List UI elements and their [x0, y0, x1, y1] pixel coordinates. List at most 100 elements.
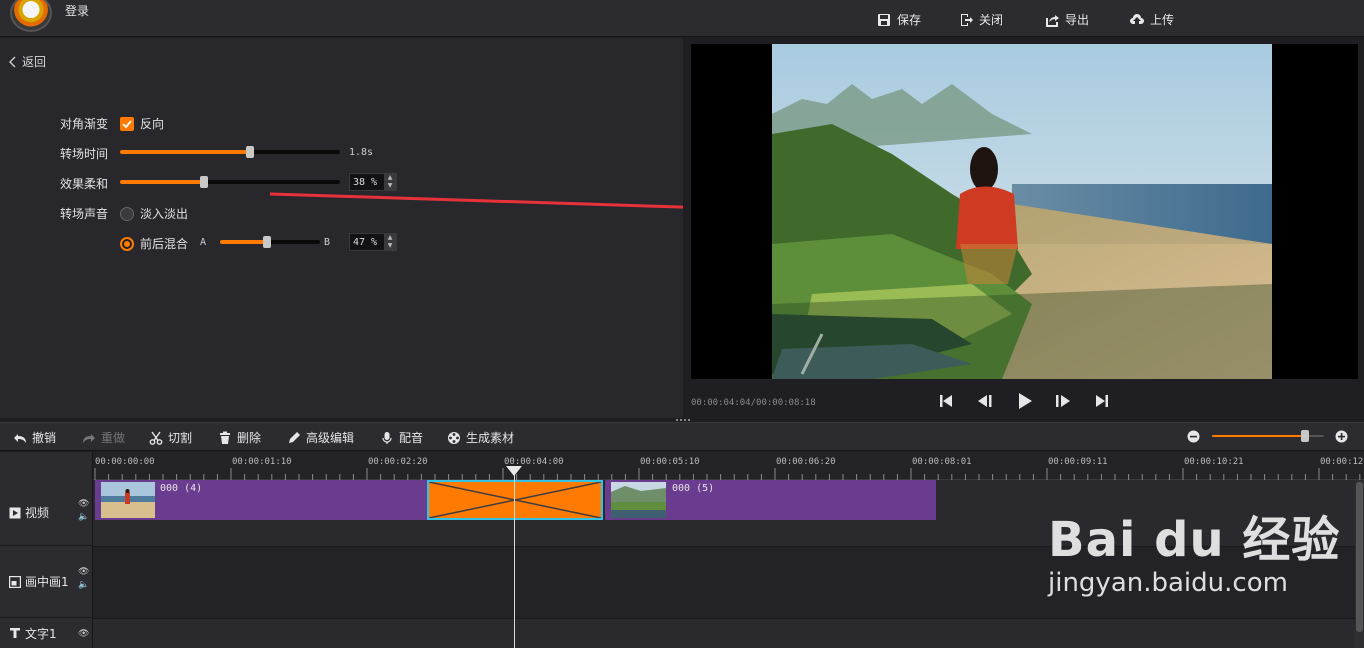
save-label: 保存: [897, 13, 922, 27]
ruler-label: 00:00:05:10: [640, 457, 700, 467]
upload-label: 上传: [1150, 13, 1175, 27]
mix-slider-thumb[interactable]: [263, 236, 271, 248]
track-pip[interactable]: 画中画1 👁 🔈: [0, 546, 93, 618]
undo-label: 撤销: [32, 431, 57, 445]
generate-material-button[interactable]: 生成素材: [447, 429, 514, 446]
export-button[interactable]: 导出: [1045, 11, 1089, 28]
dubbing-button[interactable]: 配音: [380, 429, 423, 446]
ruler-label: 00:00:00:00: [95, 457, 155, 467]
close-button[interactable]: 关闭: [959, 11, 1003, 28]
ruler-label: 00:00:08:01: [912, 457, 972, 467]
text-icon: [10, 628, 20, 638]
track-text[interactable]: 文字1 👁: [0, 618, 93, 648]
checkbox-checked-icon: [120, 116, 134, 131]
skip-start-button[interactable]: [935, 390, 957, 412]
softness-label: 效果柔和: [60, 177, 109, 191]
softness-slider-thumb[interactable]: [200, 176, 208, 188]
fade-radio[interactable]: 淡入淡出: [120, 205, 188, 222]
resize-grip-icon[interactable]: [676, 419, 690, 425]
radio-on-icon: [120, 236, 134, 251]
video-clip-1[interactable]: 000 (4): [95, 480, 427, 520]
upload-button[interactable]: 上传: [1130, 11, 1174, 28]
cut-button[interactable]: 切割: [149, 429, 192, 446]
track-text-label: 文字1: [25, 626, 57, 641]
ruler-ticks: [94, 468, 1361, 480]
duration-slider-thumb[interactable]: [246, 146, 254, 158]
save-button[interactable]: 保存: [877, 11, 921, 28]
upload-icon: [1130, 13, 1144, 24]
reverse-checkbox[interactable]: 反向: [120, 115, 164, 132]
fade-radio-label: 淡入淡出: [140, 207, 189, 221]
clip-thumbnail: [611, 482, 666, 518]
advanced-edit-button[interactable]: 高级编辑: [287, 429, 354, 446]
back-label: 返回: [22, 55, 47, 69]
playhead-handle-icon[interactable]: [506, 466, 522, 476]
speaker-icon[interactable]: 🔈: [78, 513, 89, 522]
play-icon: [1019, 393, 1032, 409]
preview-timecode: 00:00:04:04/00:00:08:18: [691, 398, 816, 408]
watermark-sub: jingyan.baidu.com: [1048, 568, 1288, 598]
zoom-in-icon: [1335, 430, 1348, 443]
cut-label: 切割: [168, 431, 193, 445]
diagonal-gradient-label: 对角渐变: [60, 117, 109, 131]
close-label: 关闭: [979, 13, 1004, 27]
timeline-scrollbar-thumb[interactable]: [1356, 482, 1363, 632]
ruler-label: 00:00:12:: [1320, 457, 1364, 467]
exit-icon: [961, 13, 973, 26]
video-clip-2[interactable]: 000 (5): [605, 480, 936, 520]
zoom-slider-fill: [1212, 435, 1305, 437]
duration-label: 转场时间: [60, 147, 109, 161]
play-button[interactable]: [1013, 390, 1035, 412]
export-label: 导出: [1065, 13, 1090, 27]
film-reel-icon: [448, 431, 460, 444]
eye-icon[interactable]: 👁: [78, 568, 89, 577]
advanced-edit-label: 高级编辑: [306, 431, 355, 445]
zoom-out-icon: [1187, 430, 1200, 443]
zoom-slider-thumb[interactable]: [1301, 430, 1309, 442]
transition-sound-label: 转场声音: [60, 207, 109, 221]
skip-end-button[interactable]: [1091, 390, 1113, 412]
spin-up-icon[interactable]: ▲: [384, 234, 396, 242]
trash-icon: [220, 431, 230, 444]
dubbing-label: 配音: [399, 431, 424, 445]
mix-slider-fill: [220, 240, 267, 244]
step-back-icon: [978, 395, 992, 407]
login-link[interactable]: 登录: [65, 2, 89, 19]
step-back-button[interactable]: [974, 390, 996, 412]
redo-icon: [83, 433, 95, 443]
save-icon: [878, 13, 890, 26]
delete-label: 删除: [237, 431, 262, 445]
zoom-out-button[interactable]: [1187, 430, 1200, 446]
text-lane[interactable]: [93, 618, 1355, 648]
transition-x-icon: [428, 481, 602, 519]
mix-b-label: B: [324, 237, 331, 248]
mic-icon: [382, 431, 392, 444]
delete-button[interactable]: 删除: [218, 429, 261, 446]
track-video-label: 视频: [25, 506, 50, 520]
eye-icon[interactable]: 👁: [78, 630, 89, 639]
playhead-line[interactable]: [514, 466, 515, 648]
track-video[interactable]: 视频 👁 🔈: [0, 480, 93, 546]
mix-value: 47 %: [353, 236, 378, 248]
step-forward-button[interactable]: [1052, 390, 1074, 412]
speaker-icon[interactable]: 🔈: [78, 581, 89, 590]
pip-icon: [9, 575, 21, 588]
play-box-icon: [9, 507, 21, 518]
back-button[interactable]: 返回: [8, 53, 46, 70]
undo-button[interactable]: 撤销: [13, 429, 56, 446]
zoom-in-button[interactable]: [1335, 430, 1348, 446]
transition-clip[interactable]: [427, 480, 603, 520]
redo-label: 重做: [101, 431, 126, 445]
skip-end-icon: [1096, 395, 1108, 407]
mix-spinbox[interactable]: 47 % ▲ ▼: [349, 233, 397, 251]
eye-icon[interactable]: 👁: [78, 500, 89, 509]
spin-down-icon[interactable]: ▼: [384, 242, 396, 250]
track-pip-label: 画中画1: [25, 575, 69, 589]
mix-radio[interactable]: 前后混合: [120, 235, 188, 252]
undo-icon: [14, 433, 26, 443]
baidu-watermark: Bai du 经验 jingyan.baidu.com: [1048, 500, 1340, 598]
scissors-icon: [149, 431, 163, 445]
preview-frame-image: [772, 44, 1272, 379]
radio-off-icon: [120, 206, 134, 221]
redo-button[interactable]: 重做: [82, 429, 125, 446]
